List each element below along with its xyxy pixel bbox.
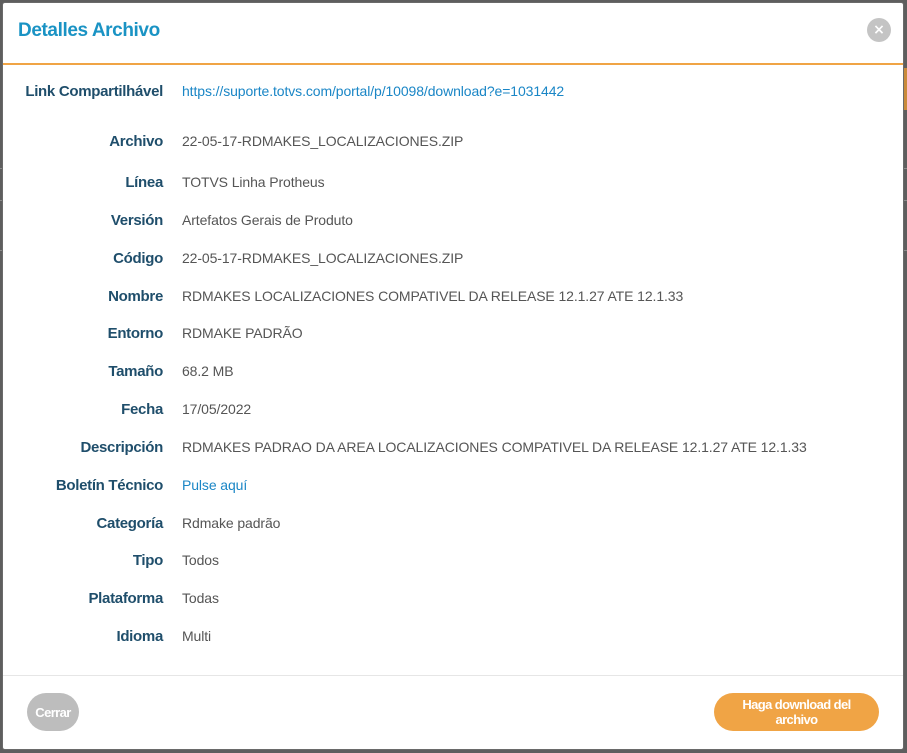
close-button[interactable]: Cerrar	[27, 693, 79, 731]
detail-row: Plataforma Todas	[3, 587, 903, 609]
detail-label: Entorno	[107, 324, 164, 342]
detail-value: Rdmake padrão	[182, 515, 281, 531]
modal-title: Detalles Archivo	[18, 20, 160, 41]
detail-label: Versión	[110, 211, 163, 229]
detail-label: Link Compartilhável	[25, 82, 163, 100]
detail-label: Tamaño	[108, 362, 163, 380]
detail-value: RDMAKES LOCALIZACIONES COMPATIVEL DA REL…	[182, 288, 684, 304]
detail-row: Tipo Todos	[3, 549, 903, 571]
detail-value: Multi	[182, 628, 212, 644]
detail-row: Categoría Rdmake padrão	[3, 512, 903, 534]
detail-label: Código	[113, 249, 163, 267]
modal-footer: Cerrar Haga download del archivo	[3, 675, 903, 749]
detail-row: Idioma Multi	[3, 625, 903, 647]
detail-label: Categoría	[96, 514, 164, 532]
close-icon[interactable]: ×	[867, 18, 891, 42]
download-button[interactable]: Haga download del archivo	[714, 693, 879, 731]
detail-row: Fecha 17/05/2022	[3, 398, 903, 420]
detail-label: Boletín Técnico	[55, 476, 163, 494]
detail-label: Fecha	[121, 400, 163, 418]
detail-link[interactable]: Pulse aquí	[182, 477, 247, 493]
detail-value: 17/05/2022	[182, 401, 252, 417]
detail-label: Descripción	[80, 438, 163, 456]
detail-value: RDMAKE PADRÃO	[182, 325, 303, 341]
detail-value: 22-05-17-RDMAKES_LOCALIZACIONES.ZIP	[182, 250, 464, 266]
detail-value: RDMAKES PADRAO DA AREA LOCALIZACIONES CO…	[182, 439, 807, 455]
detail-row: Link Compartilhável https://suporte.totvs…	[3, 80, 903, 102]
detail-row: Código 22-05-17-RDMAKES_LOCALIZACIONES.ZI…	[3, 247, 903, 269]
detail-value: Artefatos Gerais de Produto	[182, 212, 353, 228]
detail-row: Versión Artefatos Gerais de Produto	[3, 209, 903, 231]
detail-row: Archivo 22-05-17-RDMAKES_LOCALIZACIONES.Z…	[3, 130, 903, 152]
detail-label: Nombre	[108, 287, 163, 305]
detail-row: Descripción RDMAKES PADRAO DA AREA LOCALI…	[3, 436, 903, 458]
modal-header: Detalles Archivo ×	[3, 3, 903, 65]
file-details-modal: Detalles Archivo × Link Compartilhável ht…	[3, 3, 903, 749]
detail-row: Línea TOTVS Linha Protheus	[3, 171, 903, 193]
detail-label: Tipo	[132, 551, 163, 569]
detail-value: Todas	[182, 590, 219, 606]
detail-label: Archivo	[109, 132, 163, 150]
detail-value: 68.2 MB	[182, 363, 234, 379]
detail-label: Plataforma	[88, 589, 163, 607]
detail-label: Idioma	[116, 627, 163, 645]
detail-row: Tamaño 68.2 MB	[3, 360, 903, 382]
detail-value: TOTVS Linha Protheus	[182, 174, 325, 190]
detail-row: Nombre RDMAKES LOCALIZACIONES COMPATIVEL …	[3, 285, 903, 307]
detail-row: Entorno RDMAKE PADRÃO	[3, 322, 903, 344]
detail-link[interactable]: https://suporte.totvs.com/portal/p/10098…	[182, 83, 564, 99]
detail-value: Todos	[182, 552, 219, 568]
detail-value: 22-05-17-RDMAKES_LOCALIZACIONES.ZIP	[182, 133, 464, 149]
detail-row: Boletín Técnico Pulse aquí	[3, 474, 903, 496]
detail-label: Línea	[125, 173, 163, 191]
